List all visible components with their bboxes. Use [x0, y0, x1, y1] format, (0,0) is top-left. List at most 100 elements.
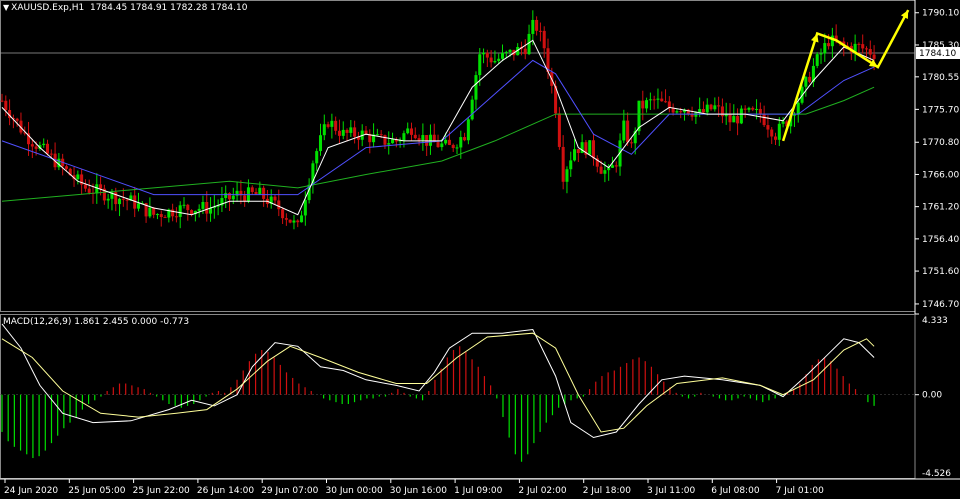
candle-body: [857, 43, 861, 45]
candle-body: [353, 127, 357, 137]
candle-body: [444, 139, 448, 144]
candle-body: [827, 43, 831, 47]
candle-body: [485, 52, 489, 58]
candle-body: [667, 101, 671, 108]
candle-body: [436, 142, 440, 148]
candle-body: [0, 100, 4, 102]
candle-body: [872, 54, 876, 59]
time-tick-label: 30 Jun 00:00: [326, 486, 383, 496]
candle-body: [709, 104, 713, 110]
candle-body: [148, 207, 152, 217]
candle-body: [792, 114, 796, 116]
triangle-down-icon[interactable]: ▼: [3, 3, 9, 12]
candle-body: [4, 100, 8, 111]
candle-body: [770, 129, 774, 137]
candle-body: [614, 165, 618, 167]
candle-body: [815, 54, 819, 66]
candle-body: [588, 140, 592, 155]
candle-body: [413, 134, 417, 139]
time-tick-label: 3 Jul 11:00: [647, 486, 696, 496]
candle-body: [45, 143, 50, 154]
candle-body: [118, 198, 122, 205]
candle-body: [701, 109, 705, 113]
candle-body: [531, 19, 535, 34]
arrowhead-up-icon: [811, 33, 819, 43]
projection-arrow-line: [781, 9, 910, 142]
candle-body: [538, 30, 542, 32]
candle-body: [334, 120, 338, 131]
candle-body: [728, 113, 732, 123]
candle-body: [182, 204, 186, 206]
candle-body: [49, 153, 53, 155]
candle-body: [364, 130, 368, 134]
candle-body: [387, 143, 391, 145]
candle-body: [561, 146, 565, 182]
candle-body: [391, 139, 395, 144]
candle-body: [34, 146, 38, 149]
candle-body: [337, 130, 341, 136]
candle-body: [379, 134, 383, 136]
candle-body: [466, 119, 470, 141]
chart-header: ▼ XAUUSD.Exp,H1 1784.45 1784.91 1782.28 1…: [3, 3, 247, 13]
candle-body: [258, 187, 262, 195]
candle-body: [125, 199, 129, 201]
candle-body: [864, 48, 869, 50]
candle-body: [402, 133, 406, 141]
candle-body: [262, 187, 266, 199]
candle-body: [76, 174, 80, 180]
candle-body: [641, 100, 645, 109]
candle-body: [178, 205, 182, 217]
candle-body: [254, 191, 258, 195]
macd-tick-label: -4.526: [922, 469, 951, 479]
candle-body: [808, 76, 812, 82]
candle-body: [751, 107, 755, 110]
candle-body: [159, 214, 163, 218]
candle-body: [645, 100, 649, 109]
candle-body: [292, 220, 296, 223]
candle-body: [322, 124, 326, 136]
candle-body: [705, 104, 709, 113]
candle-body: [300, 215, 304, 223]
candle-body: [428, 134, 432, 146]
candle-body: [819, 53, 823, 55]
candle-body: [326, 124, 330, 127]
time-tick-label: 2 Jul 18:00: [583, 486, 632, 496]
candle-body: [804, 76, 808, 87]
candle-body: [675, 111, 679, 113]
price-tick-label: 1751.60: [922, 267, 959, 277]
candle-body: [717, 105, 721, 107]
candle-body: [273, 196, 277, 201]
candle-body: [155, 214, 159, 216]
candle-body: [30, 144, 34, 147]
time-tick-label: 25 Jun 05:00: [68, 486, 125, 496]
candle-body: [861, 44, 865, 49]
candle-body: [660, 98, 664, 102]
price-tick-label: 1746.70: [922, 300, 959, 310]
ma-mid-line: [1, 59, 875, 196]
candle-body: [303, 200, 307, 216]
time-tick-label: 29 Jun 07:00: [261, 486, 318, 496]
candle-body: [163, 217, 167, 219]
candle-body: [755, 108, 759, 110]
candle-body: [713, 105, 717, 110]
candle-body: [42, 143, 46, 146]
candle-body: [542, 30, 546, 49]
candle-body: [341, 129, 345, 136]
candle-body: [557, 113, 561, 147]
candle-body: [777, 123, 781, 140]
candle-body: [99, 184, 103, 189]
candle-body: [95, 184, 99, 194]
candle-body: [284, 218, 288, 220]
candle-body: [345, 129, 349, 133]
candle-body: [610, 165, 614, 168]
current-price-label: 1784.10: [919, 49, 956, 59]
candle-body: [417, 138, 421, 141]
price-tick-label: 1756.40: [922, 235, 959, 245]
macd-tick-label: 4.333: [922, 316, 948, 326]
candle-body: [174, 216, 178, 218]
time-tick-label: 7 Jul 01:00: [776, 486, 825, 496]
candle-body: [747, 107, 751, 110]
symbol-label: XAUUSD.Exp,H1: [11, 3, 85, 13]
candle-body: [83, 184, 87, 189]
candle-body: [508, 49, 512, 52]
